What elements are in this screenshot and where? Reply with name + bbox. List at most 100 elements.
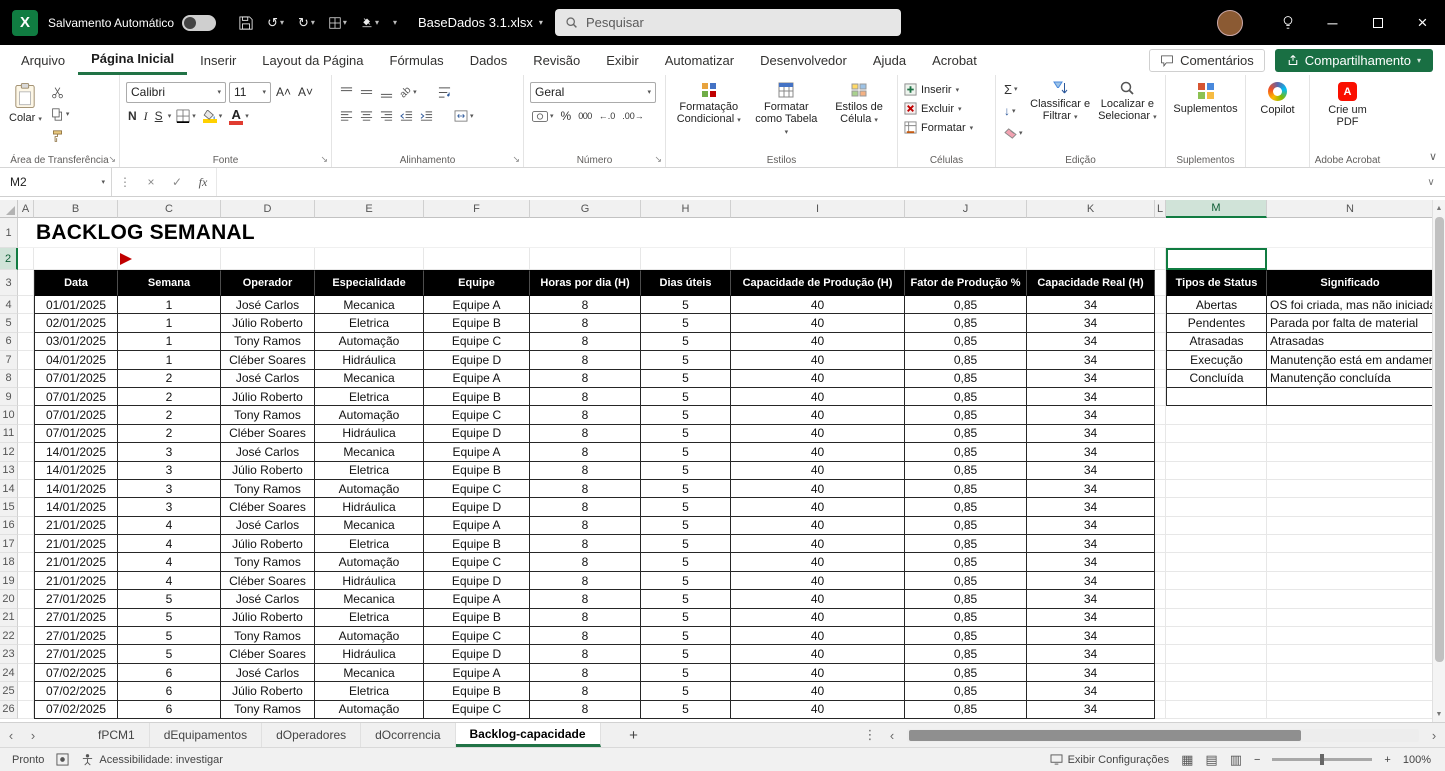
ribbon-tab-acrobat[interactable]: Acrobat xyxy=(919,45,990,75)
cell-M26[interactable] xyxy=(1166,701,1267,719)
table-cell[interactable]: 34 xyxy=(1027,333,1155,351)
cell-A15[interactable] xyxy=(18,498,34,516)
table-cell[interactable]: Equipe D xyxy=(424,351,530,369)
table-cell[interactable]: 0,85 xyxy=(905,572,1027,590)
table-cell[interactable]: Equipe D xyxy=(424,425,530,443)
horizontal-scrollbar[interactable] xyxy=(907,729,1419,742)
table-cell[interactable]: 04/01/2025 xyxy=(34,351,118,369)
cell-N15[interactable] xyxy=(1267,498,1434,516)
table-cell[interactable]: 3 xyxy=(118,462,221,480)
table-cell[interactable]: 3 xyxy=(118,480,221,498)
table-cell[interactable]: Automação xyxy=(315,701,424,719)
fill-color-button[interactable]: ▾ xyxy=(201,107,225,125)
table-cell[interactable]: Tony Ramos xyxy=(221,553,315,571)
table-cell[interactable]: 34 xyxy=(1027,664,1155,682)
cell-M10[interactable] xyxy=(1166,406,1267,424)
hscroll-left-arrow[interactable]: ‹ xyxy=(881,728,903,743)
row-header-1[interactable]: 1 xyxy=(0,218,18,248)
copilot-button[interactable]: Copilot xyxy=(1252,80,1303,118)
status-header-cell[interactable]: Significado xyxy=(1267,270,1434,296)
table-cell[interactable]: 34 xyxy=(1027,609,1155,627)
row-header-15[interactable]: 15 xyxy=(0,498,18,516)
more-sheets-icon[interactable]: ⋮ xyxy=(859,727,881,743)
cell-N10[interactable] xyxy=(1267,406,1434,424)
cell-B2[interactable] xyxy=(34,248,118,270)
page-break-view-button[interactable]: ▥ xyxy=(1230,752,1242,768)
cell-N26[interactable] xyxy=(1267,701,1434,719)
table-cell[interactable]: 5 xyxy=(641,462,731,480)
column-header-M[interactable]: M xyxy=(1166,200,1267,218)
cell-M11[interactable] xyxy=(1166,425,1267,443)
delete-cells-button[interactable]: Excluir▾ xyxy=(904,99,989,118)
table-cell[interactable]: 07/02/2025 xyxy=(34,701,118,719)
cell-N18[interactable] xyxy=(1267,553,1434,571)
table-cell[interactable]: 40 xyxy=(731,553,905,571)
excel-logo-icon[interactable]: X xyxy=(12,10,38,36)
table-cell[interactable]: 1 xyxy=(118,314,221,332)
table-cell[interactable]: 8 xyxy=(530,553,641,571)
cell-M21[interactable] xyxy=(1166,609,1267,627)
search-input[interactable]: Pesquisar xyxy=(555,9,901,36)
table-cell[interactable]: 5 xyxy=(641,645,731,663)
table-cell[interactable]: 21/01/2025 xyxy=(34,517,118,535)
table-cell[interactable]: 40 xyxy=(731,627,905,645)
table-cell[interactable]: 5 xyxy=(118,609,221,627)
sheet-title[interactable]: BACKLOG SEMANAL xyxy=(36,221,255,245)
cell-L2[interactable] xyxy=(1155,248,1166,270)
cell-L8[interactable] xyxy=(1155,370,1166,388)
table-cell[interactable]: José Carlos xyxy=(221,590,315,608)
zoom-in-button[interactable]: + xyxy=(1384,754,1390,766)
table-cell[interactable]: 8 xyxy=(530,535,641,553)
cell-A22[interactable] xyxy=(18,627,34,645)
row-header-21[interactable]: 21 xyxy=(0,609,18,627)
table-header-cell[interactable]: Capacidade Real (H) xyxy=(1027,270,1155,296)
table-cell[interactable]: 34 xyxy=(1027,406,1155,424)
table-cell[interactable]: Hidráulica xyxy=(315,425,424,443)
cell-F2[interactable] xyxy=(424,248,530,270)
sheet-tab-dequipamentos[interactable]: dEquipamentos xyxy=(150,723,262,747)
column-header-A[interactable]: A xyxy=(18,200,34,218)
table-cell[interactable]: José Carlos xyxy=(221,296,315,314)
table-cell[interactable]: Júlio Roberto xyxy=(221,314,315,332)
cell-N23[interactable] xyxy=(1267,645,1434,663)
dialog-launcher-icon[interactable]: ↘ xyxy=(108,154,116,165)
table-cell[interactable]: 4 xyxy=(118,517,221,535)
column-header-J[interactable]: J xyxy=(905,200,1027,218)
cell-A25[interactable] xyxy=(18,682,34,700)
table-cell[interactable]: 8 xyxy=(530,314,641,332)
table-header-cell[interactable]: Especialidade xyxy=(315,270,424,296)
cell-N17[interactable] xyxy=(1267,535,1434,553)
row-header-8[interactable]: 8 xyxy=(0,370,18,388)
ribbon-tab-automatizar[interactable]: Automatizar xyxy=(652,45,747,75)
table-cell[interactable]: Mecanica xyxy=(315,590,424,608)
align-middle-button[interactable] xyxy=(358,83,375,101)
formula-input[interactable] xyxy=(216,168,1417,196)
sheet-tab-fpcm1[interactable]: fPCM1 xyxy=(84,723,150,747)
cell-A4[interactable] xyxy=(18,296,34,314)
table-cell[interactable]: José Carlos xyxy=(221,517,315,535)
percent-style-button[interactable]: % xyxy=(559,107,574,125)
table-cell[interactable]: 40 xyxy=(731,682,905,700)
status-cell[interactable]: Abertas xyxy=(1166,296,1267,314)
table-cell[interactable]: 1 xyxy=(118,296,221,314)
dialog-launcher-icon[interactable]: ↘ xyxy=(512,154,520,165)
close-button[interactable]: × xyxy=(1400,0,1445,45)
cell-N14[interactable] xyxy=(1267,480,1434,498)
table-cell[interactable]: 0,85 xyxy=(905,517,1027,535)
table-cell[interactable]: 8 xyxy=(530,498,641,516)
cell-A14[interactable] xyxy=(18,480,34,498)
row-header-5[interactable]: 5 xyxy=(0,314,18,332)
cell-E2[interactable] xyxy=(315,248,424,270)
table-header-cell[interactable]: Capacidade de Produção (H) xyxy=(731,270,905,296)
table-cell[interactable]: 5 xyxy=(641,701,731,719)
table-cell[interactable]: 07/02/2025 xyxy=(34,664,118,682)
table-cell[interactable]: 1 xyxy=(118,351,221,369)
cell-L16[interactable] xyxy=(1155,517,1166,535)
table-cell[interactable]: Júlio Roberto xyxy=(221,682,315,700)
status-cell[interactable]: OS foi criada, mas não iniciada xyxy=(1267,296,1434,314)
table-cell[interactable]: 40 xyxy=(731,333,905,351)
cell-M25[interactable] xyxy=(1166,682,1267,700)
table-cell[interactable]: 34 xyxy=(1027,535,1155,553)
autosum-button[interactable]: Σ▾ xyxy=(1002,80,1025,98)
cell-L17[interactable] xyxy=(1155,535,1166,553)
